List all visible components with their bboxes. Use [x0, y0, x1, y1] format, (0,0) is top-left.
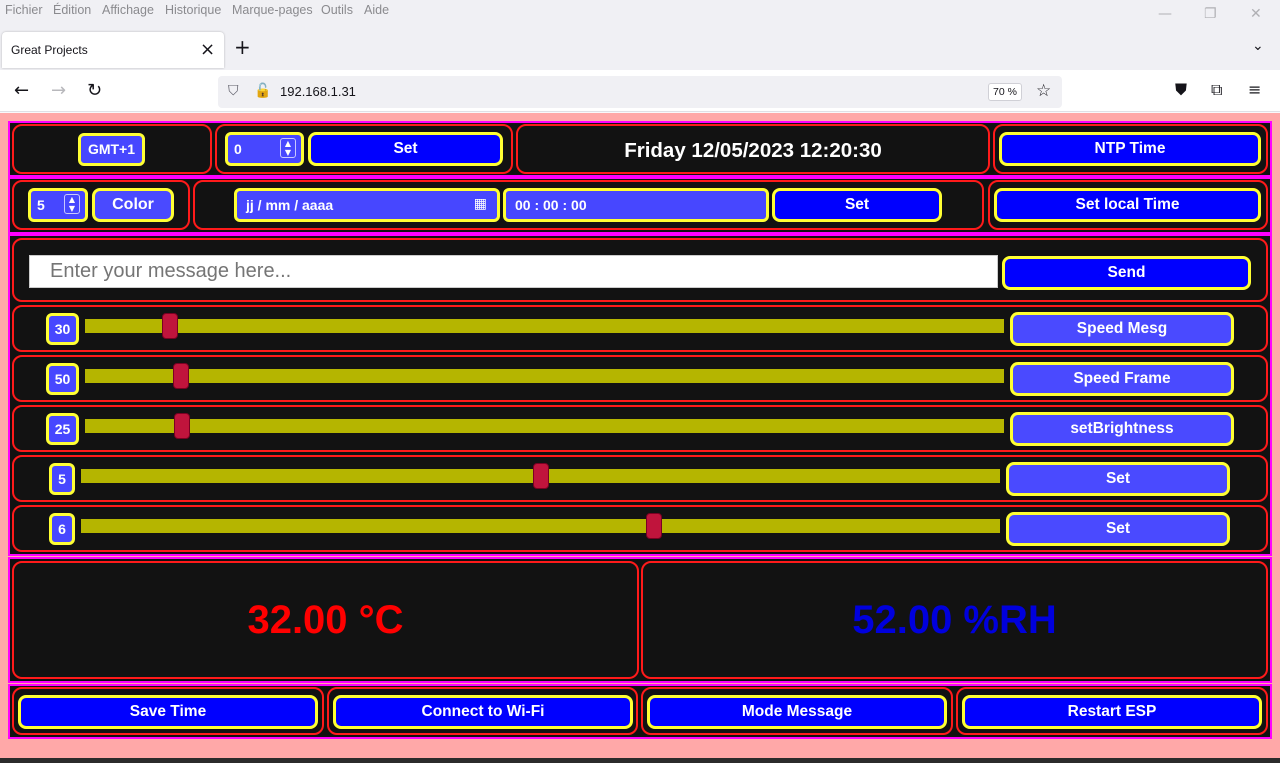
slider-thumb[interactable]: [162, 313, 179, 339]
menu-edition[interactable]: Édition: [53, 3, 91, 17]
slider-value-badge: 25: [46, 413, 79, 445]
spinner-icon[interactable]: ▲ ▼: [64, 194, 80, 214]
extensions-icon[interactable]: ⧉: [1211, 80, 1222, 100]
date-placeholder: jj / mm / aaaa: [246, 197, 334, 213]
menu-marque-pages[interactable]: Marque-pages: [232, 3, 313, 17]
current-datetime: Friday 12/05/2023 12:20:30: [624, 139, 882, 162]
shield-icon[interactable]: ⛉: [228, 83, 239, 99]
speed-frame-slider[interactable]: [85, 369, 1004, 383]
back-arrow-icon[interactable]: ←: [14, 80, 29, 101]
speed-message-button[interactable]: Speed Mesg: [1010, 312, 1234, 346]
zoom-level[interactable]: 70 %: [988, 83, 1022, 101]
new-tab-icon[interactable]: +: [234, 35, 251, 59]
insecure-lock-icon[interactable]: 🔓: [254, 83, 271, 99]
slider-value-badge: 5: [49, 463, 75, 495]
set-local-time-button[interactable]: Set local Time: [994, 188, 1261, 222]
time-value: 00 : 00 : 00: [515, 197, 587, 213]
offset-value: 0: [234, 141, 242, 157]
slider-thumb[interactable]: [532, 463, 549, 489]
set-brightness-button[interactable]: setBrightness: [1010, 412, 1234, 446]
slider-value-badge: 30: [46, 313, 79, 345]
hamburger-menu-icon[interactable]: ≡: [1248, 80, 1261, 99]
bookmark-star-icon[interactable]: ☆: [1036, 81, 1051, 101]
tab-list-chevron-icon[interactable]: ⌄: [1252, 38, 1264, 54]
navigation-bar: ← → ↻ ⛉ 🔓 192.168.1.31 70 % ☆ ⛊ ⧉ ≡: [0, 70, 1280, 112]
temperature-reading: 32.00 °C: [247, 598, 404, 642]
connect-wifi-button[interactable]: Connect to Wi-Fi: [333, 695, 633, 729]
calendar-icon[interactable]: ▦: [474, 196, 487, 212]
humidity-reading: 52.00 %RH: [852, 598, 1057, 642]
tab-great-projects[interactable]: Great Projects ×: [2, 32, 224, 68]
restart-esp-button[interactable]: Restart ESP: [962, 695, 1262, 729]
spinner-icon[interactable]: ▲ ▼: [280, 138, 296, 158]
slider-thumb[interactable]: [645, 513, 662, 539]
set-offset-button[interactable]: Set: [308, 132, 503, 166]
setting-slider-5[interactable]: [81, 519, 1000, 533]
brightness-slider[interactable]: [85, 419, 1004, 433]
slider-thumb[interactable]: [174, 413, 191, 439]
gmt-badge: GMT+1: [78, 133, 145, 166]
color-value: 5: [37, 197, 45, 213]
slider-value-badge: 6: [49, 513, 75, 545]
menu-historique[interactable]: Historique: [165, 3, 221, 17]
url-text[interactable]: 192.168.1.31: [280, 84, 356, 99]
minimize-icon[interactable]: —: [1158, 6, 1172, 22]
slider-thumb[interactable]: [173, 363, 190, 389]
speed-message-slider[interactable]: [85, 319, 1004, 333]
set-slider-5-button[interactable]: Set: [1006, 512, 1230, 546]
menu-affichage[interactable]: Affichage: [102, 3, 154, 17]
send-button[interactable]: Send: [1002, 256, 1251, 290]
message-input[interactable]: [29, 255, 998, 288]
address-bar[interactable]: ⛉ 🔓 192.168.1.31 70 % ☆: [218, 76, 1062, 108]
color-button[interactable]: Color: [92, 188, 174, 222]
save-time-button[interactable]: Save Time: [18, 695, 318, 729]
close-window-icon[interactable]: ✕: [1250, 6, 1262, 22]
menu-aide[interactable]: Aide: [364, 3, 389, 17]
date-input[interactable]: jj / mm / aaaa ▦: [234, 188, 500, 222]
tab-title: Great Projects: [11, 43, 88, 57]
menu-outils[interactable]: Outils: [321, 3, 353, 17]
reload-icon[interactable]: ↻: [87, 80, 102, 101]
forward-arrow-icon[interactable]: →: [51, 80, 66, 101]
tab-bar: Great Projects × + ⌄: [0, 26, 1280, 70]
color-number-input[interactable]: 5 ▲ ▼: [28, 188, 88, 222]
set-slider-4-button[interactable]: Set: [1006, 462, 1230, 496]
mode-message-button[interactable]: Mode Message: [647, 695, 947, 729]
pocket-icon[interactable]: ⛊: [1175, 80, 1187, 100]
taskbar-edge: [0, 758, 1280, 763]
offset-input[interactable]: 0 ▲ ▼: [225, 132, 304, 166]
set-date-time-button[interactable]: Set: [772, 188, 942, 222]
restore-icon[interactable]: ❐: [1204, 6, 1217, 22]
speed-frame-button[interactable]: Speed Frame: [1010, 362, 1234, 396]
ntp-time-button[interactable]: NTP Time: [999, 132, 1261, 166]
menu-fichier[interactable]: Fichier: [5, 3, 43, 17]
menu-bar: Fichier Édition Affichage Historique Mar…: [0, 0, 1280, 26]
slider-value-badge: 50: [46, 363, 79, 395]
time-input[interactable]: 00 : 00 : 00: [503, 188, 769, 222]
close-tab-icon[interactable]: ×: [200, 39, 215, 60]
